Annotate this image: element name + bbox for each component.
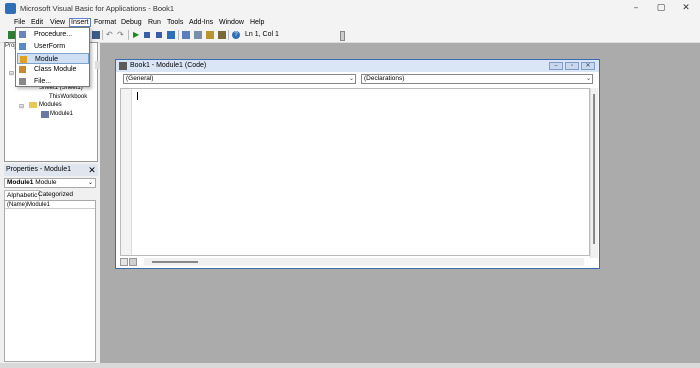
insert-menu-item-module[interactable]: Module (17, 52, 89, 64)
minimize-button[interactable]: – (626, 2, 646, 14)
save-icon[interactable] (92, 31, 100, 39)
menu-window[interactable]: Window (218, 18, 245, 27)
code-margin (121, 89, 132, 255)
insert-menu-label: UserForm (34, 42, 66, 50)
procedure-view-icon[interactable] (120, 258, 128, 266)
redo-icon[interactable]: ↷ (117, 31, 125, 39)
toolbar-separator (102, 30, 103, 40)
procedure-combo[interactable]: (Declarations) ⌄ (361, 74, 593, 84)
view-buttons (120, 258, 140, 266)
code-window-icon (119, 62, 127, 70)
code-close-button[interactable]: ✕ (581, 62, 595, 70)
file-icon (19, 78, 26, 86)
run-icon[interactable]: ▶ (133, 31, 141, 39)
chevron-down-icon[interactable]: ⌄ (586, 75, 591, 83)
property-row[interactable]: (Name) Module1 (5, 201, 95, 209)
class-module-icon (19, 66, 26, 74)
toolbar-options-icon[interactable] (340, 31, 345, 41)
close-button[interactable]: ✕ (676, 2, 696, 14)
menu-file[interactable]: File (13, 18, 26, 27)
text-caret (137, 92, 138, 100)
status-strip (0, 363, 700, 368)
code-window-title: Book1 - Module1 (Code) (130, 62, 207, 69)
module-icon (41, 111, 49, 118)
tab-alphabetic[interactable]: Alphabetic (4, 190, 41, 200)
tree-expand-icon[interactable]: ⊟ (9, 70, 14, 77)
toolbar-separator (128, 30, 129, 40)
insert-menu-item-procedure[interactable]: Procedure... (17, 29, 89, 40)
object-browser-icon[interactable] (206, 31, 214, 39)
insert-menu: Procedure... UserForm Module Class Module Fi… (15, 27, 90, 87)
properties-title: Properties - Module1 (6, 166, 71, 173)
code-editor[interactable] (120, 88, 590, 256)
full-module-view-icon[interactable] (129, 258, 137, 266)
procedure-icon (19, 31, 26, 38)
menu-bar: File Edit View Insert Format Debug Run Tools Add… (0, 17, 700, 28)
title-bar: Microsoft Visual Basic for Applications … (0, 0, 700, 17)
insert-menu-label: File... (34, 78, 52, 86)
cursor-position: Ln 1, Col 1 (245, 31, 279, 38)
help-icon[interactable]: ? (232, 31, 240, 39)
insert-menu-label: Procedure... (34, 31, 73, 38)
menu-edit[interactable]: Edit (30, 18, 44, 27)
insert-menu-label: Module (35, 55, 58, 63)
design-mode-icon[interactable] (167, 31, 175, 39)
toolbar-separator (178, 30, 179, 40)
code-restore-button[interactable]: ▫ (565, 62, 579, 70)
toolbox-icon[interactable] (218, 31, 226, 39)
menu-add-ins[interactable]: Add-Ins (188, 18, 214, 27)
standard-toolbar: ↶ ↷ ▶ ? Ln 1, Col 1 (0, 28, 700, 43)
chevron-down-icon[interactable]: ⌄ (349, 75, 354, 83)
properties-object-name: Module1 (7, 179, 34, 186)
menu-debug[interactable]: Debug (120, 18, 143, 27)
object-combo[interactable]: (General) ⌄ (123, 74, 356, 84)
properties-window-icon[interactable] (194, 31, 202, 39)
scrollbar-thumb[interactable] (152, 261, 198, 263)
tree-item-thisworkbook[interactable]: ThisWorkbook (49, 94, 87, 100)
project-explorer-icon[interactable] (182, 31, 190, 39)
tree-item-modules[interactable]: Modules (39, 102, 62, 108)
tree-item-module1[interactable]: Module1 (50, 111, 73, 117)
menu-format[interactable]: Format (93, 18, 117, 27)
menu-insert[interactable]: Insert (69, 18, 91, 27)
chevron-down-icon[interactable]: ⌄ (88, 179, 93, 187)
scrollbar-thumb[interactable] (593, 94, 595, 244)
reset-icon[interactable] (156, 32, 162, 38)
tree-collapse-icon[interactable]: ⊟ (19, 103, 24, 110)
folder-icon (29, 102, 37, 108)
maximize-button[interactable]: ▢ (651, 2, 671, 14)
insert-menu-item-file[interactable]: File... (17, 76, 89, 87)
insert-menu-item-userform[interactable]: UserForm (17, 41, 89, 52)
code-window: Book1 - Module1 (Code) – ▫ ✕ (General) ⌄… (115, 59, 600, 269)
code-minimize-button[interactable]: – (549, 62, 563, 70)
properties-grid: (Name) Module1 (4, 200, 96, 362)
horizontal-scrollbar[interactable] (144, 258, 584, 266)
properties-object-type: Module (35, 179, 57, 186)
userform-icon (19, 42, 26, 50)
insert-menu-label: Class Module (34, 66, 77, 74)
properties-header: Properties - Module1 ✕ (4, 164, 98, 176)
vba-app-icon (5, 3, 16, 14)
module-icon (20, 55, 27, 63)
procedure-combo-value: (Declarations) (364, 75, 405, 82)
properties-tabs: Alphabetic Categorized (4, 190, 96, 200)
toolbar-separator (228, 30, 229, 40)
menu-run[interactable]: Run (147, 18, 162, 27)
object-combo-value: (General) (126, 75, 154, 82)
menu-view[interactable]: View (49, 18, 66, 27)
insert-menu-item-class-module[interactable]: Class Module (17, 64, 89, 75)
undo-icon[interactable]: ↶ (106, 31, 114, 39)
break-icon[interactable] (144, 32, 150, 38)
close-icon[interactable]: ✕ (86, 164, 98, 176)
menu-tools[interactable]: Tools (166, 18, 184, 27)
code-window-caption: Book1 - Module1 (Code) – ▫ ✕ (116, 60, 599, 72)
menu-help[interactable]: Help (249, 18, 265, 27)
tab-categorized[interactable]: Categorized (36, 190, 75, 200)
property-value[interactable]: Module1 (27, 201, 50, 209)
vertical-scrollbar[interactable] (590, 88, 598, 258)
properties-object-select[interactable]: Module1 Module ⌄ (4, 178, 96, 188)
window-title: Microsoft Visual Basic for Applications … (20, 4, 175, 13)
property-name: (Name) (7, 202, 28, 208)
